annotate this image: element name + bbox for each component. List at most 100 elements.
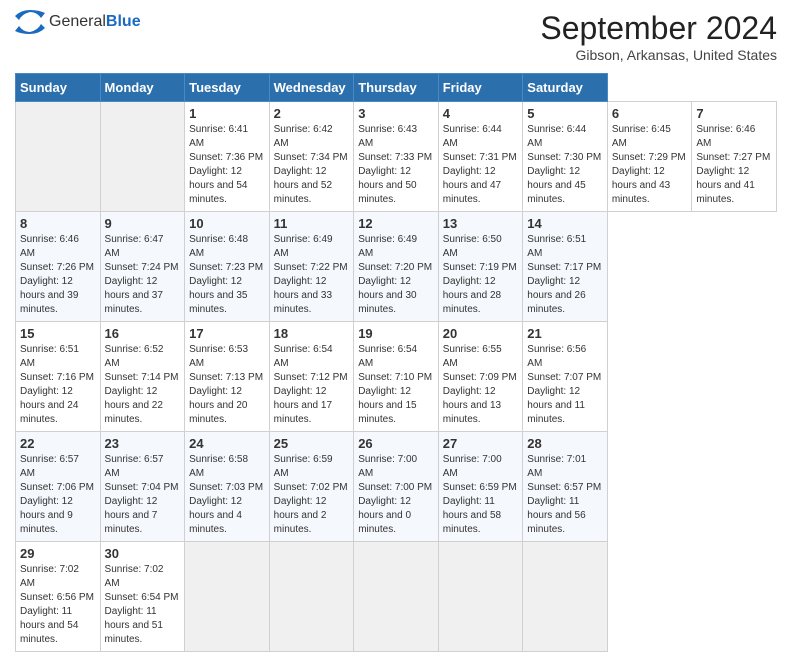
calendar-cell: 26 Sunrise: 7:00 AMSunset: 7:00 PMDayligh…: [354, 432, 439, 542]
calendar-cell: [185, 542, 270, 652]
calendar-cell: 27Sunrise: 7:00 AMSunset: 6:59 PMDayligh…: [438, 432, 523, 542]
day-info: Sunrise: 6:58 AMSunset: 7:03 PMDaylight:…: [189, 453, 265, 537]
week-row-5: 29 Sunrise: 7:02 AMSunset: 6:56 PMDayligh…: [16, 542, 777, 652]
calendar-cell: 1 Sunrise: 6:41 AMSunset: 7:36 PMDaylight…: [185, 102, 270, 212]
day-info: Sunrise: 6:47 AMSunset: 7:24 PMDaylight:…: [105, 233, 181, 317]
calendar-cell: [100, 102, 185, 212]
day-info: Sunrise: 6:54 AMSunset: 7:12 PMDaylight:…: [274, 343, 350, 427]
header-cell-friday: Friday: [438, 74, 523, 102]
calendar-cell: 30 Sunrise: 7:02 AMSunset: 6:54 PMDayligh…: [100, 542, 185, 652]
day-number: 12: [358, 216, 434, 231]
day-number: 23: [105, 436, 181, 451]
calendar-cell: 13Sunrise: 6:50 AMSunset: 7:19 PMDayligh…: [438, 212, 523, 322]
calendar-cell: 9Sunrise: 6:47 AMSunset: 7:24 PMDaylight…: [100, 212, 185, 322]
calendar-cell: [523, 542, 608, 652]
day-number: 25: [274, 436, 350, 451]
day-info: Sunrise: 6:44 AMSunset: 7:31 PMDaylight:…: [443, 123, 519, 207]
day-number: 27: [443, 436, 519, 451]
calendar-cell: 19 Sunrise: 6:54 AMSunset: 7:10 PMDayligh…: [354, 322, 439, 432]
day-info: Sunrise: 6:42 AMSunset: 7:34 PMDaylight:…: [274, 123, 350, 207]
day-info: Sunrise: 7:01 AMSunset: 6:57 PMDaylight:…: [527, 453, 603, 537]
calendar-cell: 25Sunrise: 6:59 AMSunset: 7:02 PMDayligh…: [269, 432, 354, 542]
calendar-table: SundayMondayTuesdayWednesdayThursdayFrid…: [15, 73, 777, 652]
month-year-title: September 2024: [540, 10, 777, 47]
day-number: 8: [20, 216, 96, 231]
calendar-cell: 20Sunrise: 6:55 AMSunset: 7:09 PMDayligh…: [438, 322, 523, 432]
day-info: Sunrise: 7:02 AMSunset: 6:54 PMDaylight:…: [105, 563, 181, 647]
logo-blue: Blue: [106, 13, 141, 30]
day-number: 2: [274, 106, 350, 121]
calendar-cell: 5Sunrise: 6:44 AMSunset: 7:30 PMDaylight…: [523, 102, 608, 212]
calendar-cell: 6Sunrise: 6:45 AMSunset: 7:29 PMDaylight…: [607, 102, 692, 212]
day-number: 7: [696, 106, 772, 121]
calendar-cell: 24 Sunrise: 6:58 AMSunset: 7:03 PMDayligh…: [185, 432, 270, 542]
week-row-1: 1 Sunrise: 6:41 AMSunset: 7:36 PMDaylight…: [16, 102, 777, 212]
day-number: 19: [358, 326, 434, 341]
calendar-cell: 12 Sunrise: 6:49 AMSunset: 7:20 PMDayligh…: [354, 212, 439, 322]
day-number: 29: [20, 546, 96, 561]
day-number: 11: [274, 216, 350, 231]
calendar-cell: 15 Sunrise: 6:51 AMSunset: 7:16 PMDayligh…: [16, 322, 101, 432]
calendar-cell: [438, 542, 523, 652]
calendar-cell: 3 Sunrise: 6:43 AMSunset: 7:33 PMDaylight…: [354, 102, 439, 212]
header-cell-thursday: Thursday: [354, 74, 439, 102]
day-number: 26: [358, 436, 434, 451]
day-number: 1: [189, 106, 265, 121]
day-info: Sunrise: 6:57 AMSunset: 7:06 PMDaylight:…: [20, 453, 96, 537]
day-info: Sunrise: 6:49 AMSunset: 7:20 PMDaylight:…: [358, 233, 434, 317]
calendar-cell: 10 Sunrise: 6:48 AMSunset: 7:23 PMDayligh…: [185, 212, 270, 322]
header-cell-saturday: Saturday: [523, 74, 608, 102]
location-subtitle: Gibson, Arkansas, United States: [540, 47, 777, 63]
calendar-cell: [269, 542, 354, 652]
day-number: 22: [20, 436, 96, 451]
week-row-2: 8 Sunrise: 6:46 AMSunset: 7:26 PMDaylight…: [16, 212, 777, 322]
day-number: 16: [105, 326, 181, 341]
calendar-cell: 2 Sunrise: 6:42 AMSunset: 7:34 PMDaylight…: [269, 102, 354, 212]
calendar-cell: [16, 102, 101, 212]
day-info: Sunrise: 6:53 AMSunset: 7:13 PMDaylight:…: [189, 343, 265, 427]
day-number: 6: [612, 106, 688, 121]
title-area: September 2024 Gibson, Arkansas, United …: [540, 10, 777, 63]
week-row-4: 22 Sunrise: 6:57 AMSunset: 7:06 PMDayligh…: [16, 432, 777, 542]
day-info: Sunrise: 6:51 AMSunset: 7:17 PMDaylight:…: [527, 233, 603, 317]
day-number: 3: [358, 106, 434, 121]
day-info: Sunrise: 7:02 AMSunset: 6:56 PMDaylight:…: [20, 563, 96, 647]
header-cell-wednesday: Wednesday: [269, 74, 354, 102]
logo-text: GeneralBlue: [49, 13, 141, 31]
day-info: Sunrise: 6:57 AMSunset: 7:04 PMDaylight:…: [105, 453, 181, 537]
calendar-cell: 29 Sunrise: 7:02 AMSunset: 6:56 PMDayligh…: [16, 542, 101, 652]
calendar-cell: 17 Sunrise: 6:53 AMSunset: 7:13 PMDayligh…: [185, 322, 270, 432]
header-cell-tuesday: Tuesday: [185, 74, 270, 102]
day-number: 14: [527, 216, 603, 231]
day-info: Sunrise: 6:52 AMSunset: 7:14 PMDaylight:…: [105, 343, 181, 427]
day-number: 28: [527, 436, 603, 451]
day-number: 21: [527, 326, 603, 341]
header-cell-sunday: Sunday: [16, 74, 101, 102]
day-info: Sunrise: 6:49 AMSunset: 7:22 PMDaylight:…: [274, 233, 350, 317]
day-number: 10: [189, 216, 265, 231]
calendar-cell: 4 Sunrise: 6:44 AMSunset: 7:31 PMDaylight…: [438, 102, 523, 212]
day-number: 13: [443, 216, 519, 231]
day-info: Sunrise: 7:00 AMSunset: 7:00 PMDaylight:…: [358, 453, 434, 537]
calendar-cell: 11 Sunrise: 6:49 AMSunset: 7:22 PMDayligh…: [269, 212, 354, 322]
calendar-cell: 14 Sunrise: 6:51 AMSunset: 7:17 PMDayligh…: [523, 212, 608, 322]
calendar-cell: [354, 542, 439, 652]
day-number: 30: [105, 546, 181, 561]
day-info: Sunrise: 6:41 AMSunset: 7:36 PMDaylight:…: [189, 123, 265, 207]
day-info: Sunrise: 6:43 AMSunset: 7:33 PMDaylight:…: [358, 123, 434, 207]
calendar-cell: 16 Sunrise: 6:52 AMSunset: 7:14 PMDayligh…: [100, 322, 185, 432]
day-number: 4: [443, 106, 519, 121]
calendar-cell: 23 Sunrise: 6:57 AMSunset: 7:04 PMDayligh…: [100, 432, 185, 542]
day-number: 24: [189, 436, 265, 451]
day-info: Sunrise: 6:56 AMSunset: 7:07 PMDaylight:…: [527, 343, 603, 427]
day-info: Sunrise: 6:54 AMSunset: 7:10 PMDaylight:…: [358, 343, 434, 427]
day-info: Sunrise: 6:48 AMSunset: 7:23 PMDaylight:…: [189, 233, 265, 317]
day-number: 15: [20, 326, 96, 341]
day-number: 17: [189, 326, 265, 341]
header-row: SundayMondayTuesdayWednesdayThursdayFrid…: [16, 74, 777, 102]
day-info: Sunrise: 6:44 AMSunset: 7:30 PMDaylight:…: [527, 123, 603, 207]
day-number: 20: [443, 326, 519, 341]
calendar-cell: 18Sunrise: 6:54 AMSunset: 7:12 PMDayligh…: [269, 322, 354, 432]
day-info: Sunrise: 6:46 AMSunset: 7:26 PMDaylight:…: [20, 233, 96, 317]
day-info: Sunrise: 6:51 AMSunset: 7:16 PMDaylight:…: [20, 343, 96, 427]
